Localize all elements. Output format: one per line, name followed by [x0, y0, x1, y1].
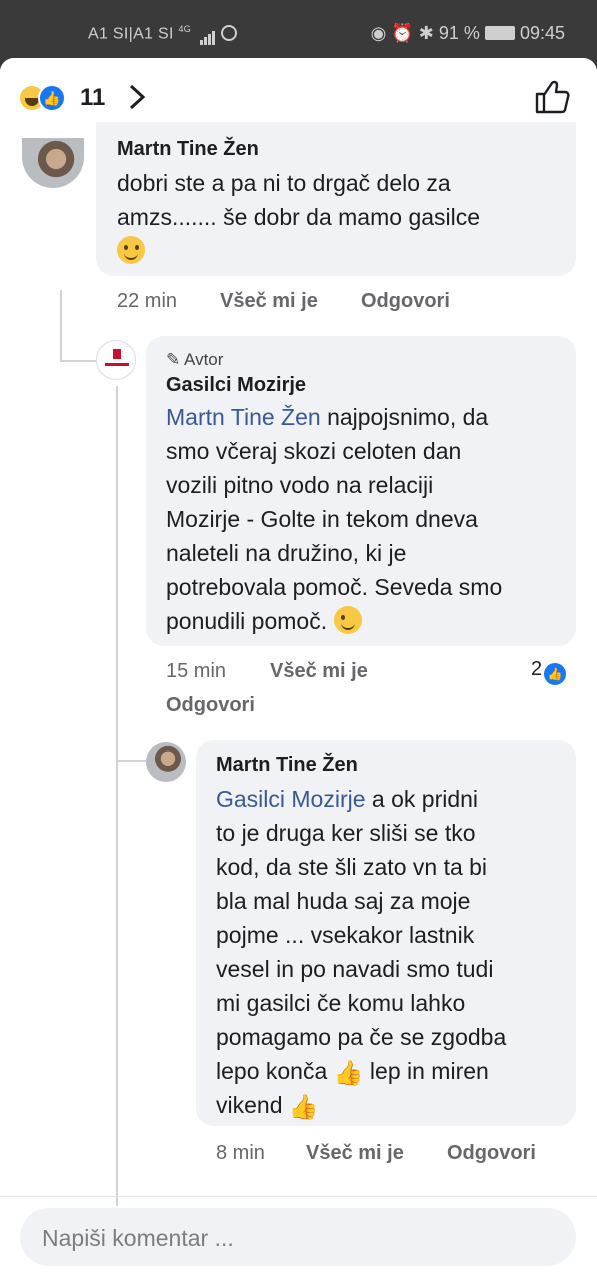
mention-link[interactable]: Martn Tine Žen	[166, 404, 321, 430]
comment-text-fragment: a ok pridni	[365, 786, 479, 812]
comment-time: 15 min	[166, 660, 227, 682]
like-button-icon[interactable]	[533, 78, 571, 116]
comment-author[interactable]: Gasilci Mozirje	[166, 374, 306, 397]
wink-emoji-icon	[333, 606, 362, 634]
gasilci-logo-icon	[105, 349, 129, 366]
carrier-label: A1 SI|A1 SI	[88, 25, 174, 43]
comment-text-line: bla mal huda saj za moje	[216, 888, 471, 914]
comment-text-line: to je druga ker sliši se tko	[216, 820, 476, 846]
comment-text-fragment: lep in miren	[363, 1058, 489, 1084]
avatar[interactable]	[96, 340, 136, 380]
comment-text-line: potrebovala pomoč. Seveda smo	[166, 574, 503, 600]
comment-text-line: pomagamo pa če se zgodba	[216, 1024, 507, 1050]
comment-text-line: mi gasilci če komu lahko	[216, 990, 466, 1016]
like-icon: 👍	[38, 84, 66, 112]
thread-line	[60, 290, 62, 362]
composer-divider	[0, 1196, 597, 1197]
reaction-count[interactable]: 11	[80, 84, 105, 112]
author-badge-label: Avtor	[184, 350, 224, 369]
comment-text-line: kod, da ste šli zato vn ta bi	[216, 854, 488, 880]
clock: 09:45	[519, 23, 565, 43]
comment-text-fragment: lepo konča	[216, 1058, 328, 1084]
whatsapp-icon	[220, 25, 237, 42]
comment-input[interactable]	[40, 1208, 554, 1268]
like-button[interactable]: Všeč mi je	[306, 1142, 404, 1165]
bluetooth-icon: ✱	[418, 23, 434, 43]
comment-text-line: vozili pitno vodo na relaciji	[166, 472, 434, 498]
status-right: ◉ ⏰ ✱ 91 % 09:45	[371, 23, 565, 44]
pencil-icon: ✎	[166, 350, 181, 369]
comment-text-line: vikend 👍	[216, 1088, 319, 1125]
comment-composer[interactable]	[20, 1208, 576, 1268]
status-bar: A1 SI|A1 SI 4G ◉ ⏰ ✱ 91 % 09:45	[0, 0, 597, 64]
thread-connector	[60, 360, 96, 362]
comment-text-fragment: najpojsnimo, da	[320, 404, 489, 430]
comment-text-line: vesel in po navadi smo tudi	[216, 956, 494, 982]
like-button[interactable]: Všeč mi je	[220, 290, 318, 313]
avatar[interactable]	[146, 742, 186, 782]
comment-text-line: ponudili pomoč.	[166, 604, 362, 638]
like-button[interactable]: Všeč mi je	[270, 660, 368, 683]
comment-text-line: pojme ... vsekakor lastnik	[216, 922, 475, 948]
battery-icon	[484, 26, 515, 40]
comment-time: 22 min	[117, 290, 178, 312]
comment-time: 8 min	[216, 1142, 265, 1164]
comment-text-line: dobri ste a pa ni to drgač delo za	[117, 170, 451, 196]
thumbs-up-emoji-icon: 👍	[333, 1060, 364, 1087]
comment-text-line: lepo konča 👍 lep in miren	[216, 1054, 489, 1091]
smile-emoji-icon	[117, 236, 145, 264]
comment-author[interactable]: Martn Tine Žen	[216, 754, 358, 777]
signal-icon	[199, 27, 216, 46]
like-count[interactable]: 2 👍	[531, 658, 569, 687]
comment-author[interactable]: Martn Tine Žen	[117, 138, 259, 161]
comments-sheet: 👍 11 Martn Tine Žen dobri ste a pa ni to…	[0, 58, 597, 1280]
battery-percent: 91 %	[438, 23, 480, 43]
network-label: 4G	[178, 24, 192, 34]
comment-text-fragment: vikend	[216, 1092, 283, 1118]
reply-button[interactable]: Odgovori	[166, 694, 255, 717]
comment-text-line: Martn Tine Žen najpojsnimo, da	[166, 400, 488, 434]
like-count-value: 2	[531, 658, 543, 680]
thumbs-up-emoji-icon: 👍	[288, 1094, 319, 1121]
thread-connector	[116, 760, 146, 762]
reply-button[interactable]: Odgovori	[447, 1142, 536, 1165]
mention-link[interactable]: Gasilci Mozirje	[216, 786, 366, 812]
comment-text-fragment: ponudili pomoč.	[166, 608, 328, 634]
alarm-icon: ⏰	[391, 23, 414, 43]
comment-emoji-line	[117, 234, 145, 268]
comment-text-line: smo včeraj skozi celoten dan	[166, 438, 462, 464]
carrier-info: A1 SI|A1 SI 4G	[88, 24, 237, 46]
comment-text-line: naleteli na družino, ki je	[166, 540, 407, 566]
comment-text-line: Gasilci Mozirje a ok pridni	[216, 782, 478, 816]
comment-text-line: amzs....... še dobr da mamo gasilce	[117, 204, 481, 230]
like-badge-icon: 👍	[542, 661, 569, 687]
avatar[interactable]	[22, 138, 84, 188]
reply-button[interactable]: Odgovori	[361, 290, 450, 313]
author-badge: ✎ Avtor	[166, 350, 223, 370]
eye-icon: ◉	[370, 23, 387, 43]
chevron-right-icon[interactable]	[124, 82, 150, 112]
comment-text-line: Mozirje - Golte in tekom dneva	[166, 506, 478, 532]
thread-line	[116, 386, 118, 1206]
